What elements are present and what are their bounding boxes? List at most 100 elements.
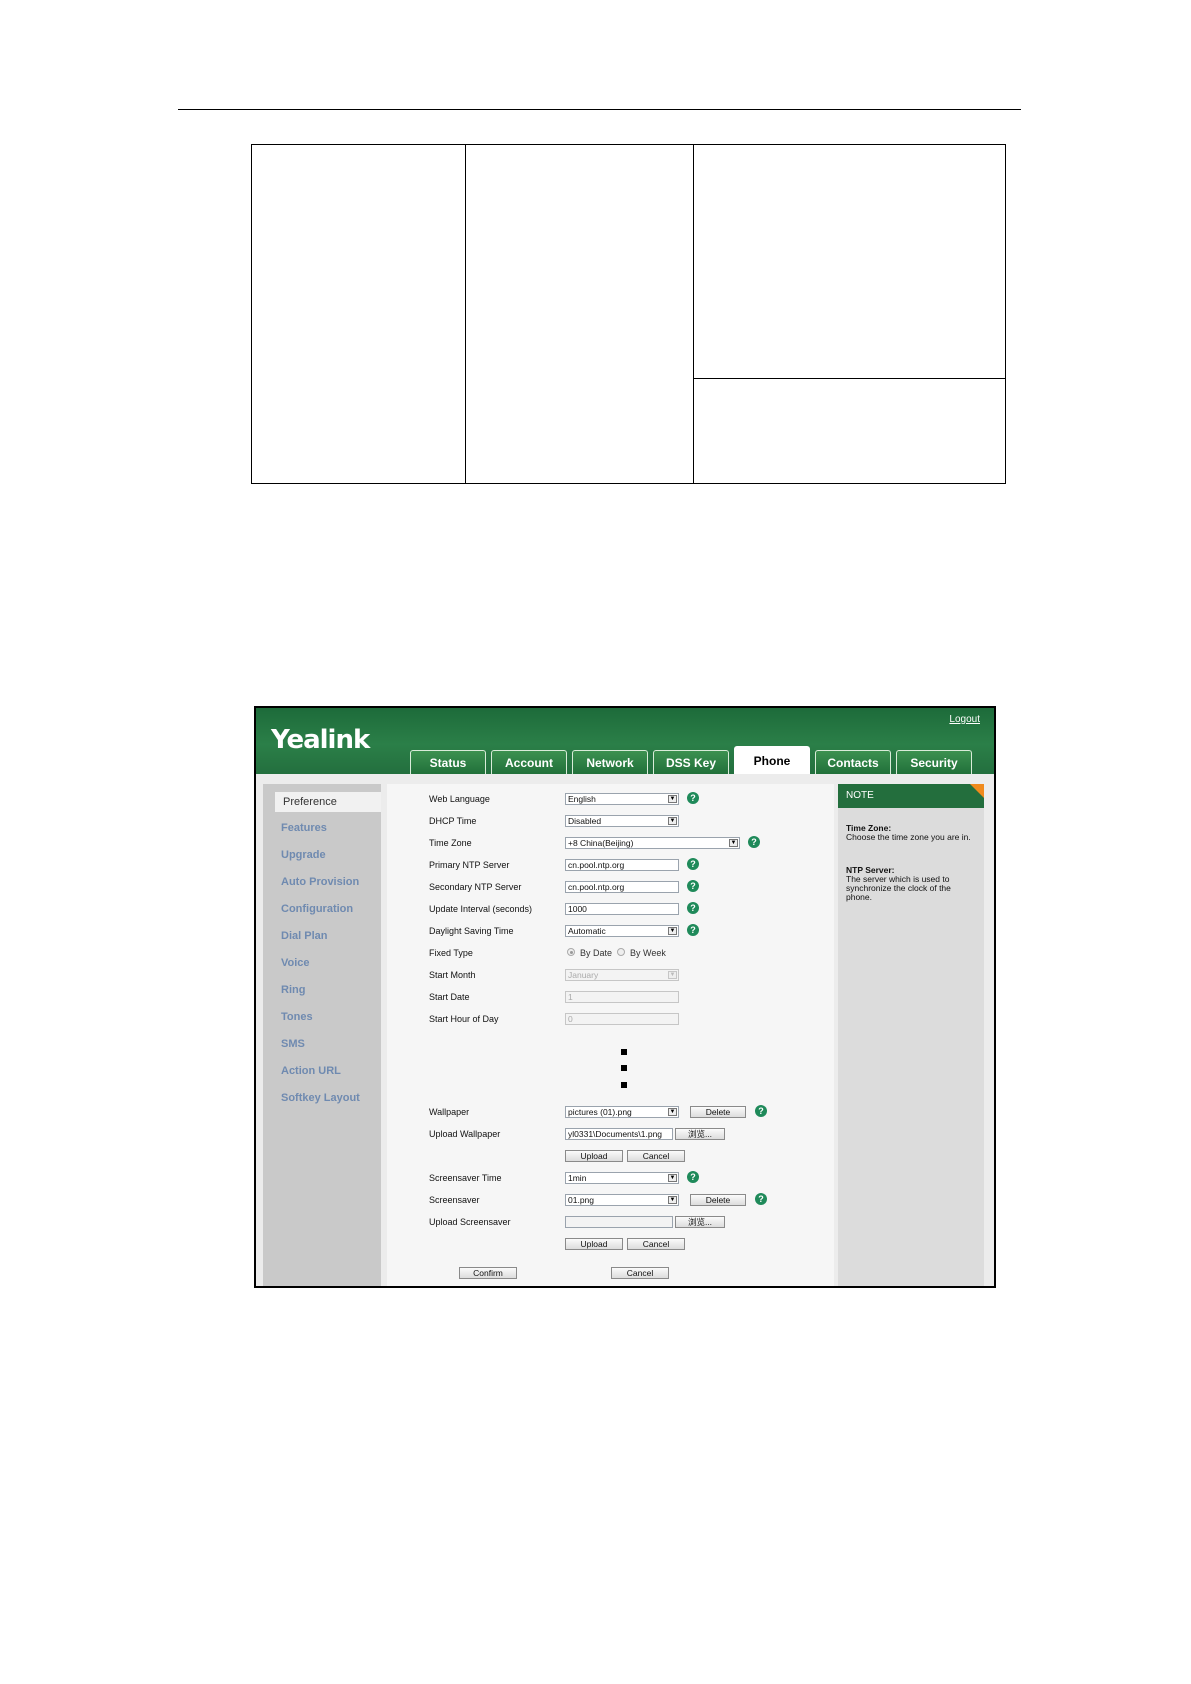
screensaver-time-select[interactable]: 1min ▼ bbox=[565, 1172, 679, 1184]
sidebar-item-softkey-layout[interactable]: Softkey Layout bbox=[281, 1092, 360, 1104]
page-header-rule bbox=[178, 109, 1021, 110]
tab-phone[interactable]: Phone bbox=[734, 746, 810, 774]
sidebar-item-ring[interactable]: Ring bbox=[281, 984, 305, 996]
upload-screensaver-path-input[interactable] bbox=[565, 1216, 673, 1228]
update-interval-input[interactable]: 1000 bbox=[565, 903, 679, 915]
document-table bbox=[251, 144, 1006, 484]
note-time-zone-text: Choose the time zone you are in. bbox=[846, 832, 971, 842]
chevron-down-icon: ▼ bbox=[668, 927, 677, 935]
chevron-down-icon: ▼ bbox=[668, 795, 677, 803]
sidebar-item-action-url[interactable]: Action URL bbox=[281, 1065, 341, 1077]
chevron-down-icon: ▼ bbox=[729, 839, 738, 847]
web-language-value: English bbox=[568, 794, 596, 804]
web-language-select[interactable]: English ▼ bbox=[565, 793, 679, 805]
help-icon[interactable]: ? bbox=[687, 902, 699, 914]
screensaver-label: Screensaver bbox=[429, 1195, 480, 1205]
note-ntp-server: NTP Server: The server which is used to … bbox=[846, 866, 978, 902]
chevron-down-icon: ▼ bbox=[668, 1196, 677, 1204]
wallpaper-delete-button[interactable]: Delete bbox=[690, 1106, 746, 1118]
main-tabs: Status Account Network DSS Key Phone Con… bbox=[410, 746, 972, 774]
time-zone-value: +8 China(Beijing) bbox=[568, 838, 634, 848]
note-time-zone: Time Zone: Choose the time zone you are … bbox=[846, 824, 978, 842]
wallpaper-cancel-button[interactable]: Cancel bbox=[627, 1150, 685, 1162]
ellipsis-dot bbox=[621, 1082, 627, 1088]
top-header: Yealink Logout Status Account Network DS… bbox=[256, 708, 994, 774]
screensaver-cancel-button[interactable]: Cancel bbox=[627, 1238, 685, 1250]
by-date-radio[interactable] bbox=[567, 948, 575, 956]
primary-ntp-input[interactable]: cn.pool.ntp.org bbox=[565, 859, 679, 871]
sidebar-item-upgrade[interactable]: Upgrade bbox=[281, 849, 326, 861]
daylight-saving-label: Daylight Saving Time bbox=[429, 926, 514, 936]
sidebar-item-preference[interactable]: Preference bbox=[275, 792, 381, 812]
primary-ntp-label: Primary NTP Server bbox=[429, 860, 510, 870]
yealink-logo: Yealink bbox=[271, 725, 370, 755]
cancel-button[interactable]: Cancel bbox=[611, 1267, 669, 1279]
wallpaper-select[interactable]: pictures (01).png ▼ bbox=[565, 1106, 679, 1118]
chevron-down-icon: ▼ bbox=[668, 817, 677, 825]
wallpaper-browse-button[interactable]: 浏览... bbox=[675, 1128, 725, 1140]
sidebar-item-features[interactable]: Features bbox=[281, 822, 327, 834]
sidebar-item-configuration[interactable]: Configuration bbox=[281, 903, 353, 915]
time-zone-select[interactable]: +8 China(Beijing) ▼ bbox=[565, 837, 740, 849]
screensaver-upload-button[interactable]: Upload bbox=[565, 1238, 623, 1250]
upload-wallpaper-path-input[interactable]: yl0331\Documents\1.png bbox=[565, 1128, 673, 1140]
note-corner-flag bbox=[970, 784, 984, 798]
sidebar-item-dial-plan[interactable]: Dial Plan bbox=[281, 930, 327, 942]
note-panel: NOTE Time Zone: Choose the time zone you… bbox=[838, 784, 984, 1286]
ellipsis-dot bbox=[621, 1049, 627, 1055]
by-week-radio[interactable] bbox=[617, 948, 625, 956]
chevron-down-icon: ▼ bbox=[668, 1108, 677, 1116]
wallpaper-upload-button[interactable]: Upload bbox=[565, 1150, 623, 1162]
chevron-down-icon: ▼ bbox=[668, 1174, 677, 1182]
tab-security[interactable]: Security bbox=[896, 750, 972, 774]
yealink-web-ui-screenshot: Yealink Logout Status Account Network DS… bbox=[254, 706, 996, 1288]
dhcp-time-select[interactable]: Disabled ▼ bbox=[565, 815, 679, 827]
tab-account[interactable]: Account bbox=[491, 750, 567, 774]
sidebar-item-voice[interactable]: Voice bbox=[281, 957, 310, 969]
start-date-label: Start Date bbox=[429, 992, 470, 1002]
tab-dss-key[interactable]: DSS Key bbox=[653, 750, 729, 774]
table-column-divider bbox=[465, 145, 466, 483]
by-date-label: By Date bbox=[580, 948, 613, 958]
start-hour-input[interactable]: 0 bbox=[565, 1013, 679, 1025]
help-icon[interactable]: ? bbox=[687, 792, 699, 804]
tab-contacts[interactable]: Contacts bbox=[815, 750, 891, 774]
logout-link[interactable]: Logout bbox=[949, 714, 980, 725]
tab-network[interactable]: Network bbox=[572, 750, 648, 774]
help-icon[interactable]: ? bbox=[687, 880, 699, 892]
help-icon[interactable]: ? bbox=[687, 858, 699, 870]
content-area: Preference Features Upgrade Auto Provisi… bbox=[256, 774, 994, 1286]
time-zone-label: Time Zone bbox=[429, 838, 472, 848]
sidebar-item-sms[interactable]: SMS bbox=[281, 1038, 305, 1050]
web-language-label: Web Language bbox=[429, 794, 490, 804]
start-month-select[interactable]: January ▼ bbox=[565, 969, 679, 981]
help-icon[interactable]: ? bbox=[755, 1105, 767, 1117]
start-month-value: January bbox=[568, 970, 599, 980]
upload-screensaver-label: Upload Screensaver bbox=[429, 1217, 511, 1227]
help-icon[interactable]: ? bbox=[755, 1193, 767, 1205]
start-hour-label: Start Hour of Day bbox=[429, 1014, 499, 1024]
wallpaper-value: pictures (01).png bbox=[568, 1107, 632, 1117]
daylight-saving-select[interactable]: Automatic ▼ bbox=[565, 925, 679, 937]
screensaver-delete-button[interactable]: Delete bbox=[690, 1194, 746, 1206]
help-icon[interactable]: ? bbox=[687, 924, 699, 936]
secondary-ntp-input[interactable]: cn.pool.ntp.org bbox=[565, 881, 679, 893]
dhcp-time-label: DHCP Time bbox=[429, 816, 477, 826]
daylight-saving-value: Automatic bbox=[568, 926, 606, 936]
screensaver-value: 01.png bbox=[568, 1195, 594, 1205]
screensaver-select[interactable]: 01.png ▼ bbox=[565, 1194, 679, 1206]
note-header: NOTE bbox=[838, 784, 984, 808]
help-icon[interactable]: ? bbox=[748, 836, 760, 848]
sidebar-item-auto-provision[interactable]: Auto Provision bbox=[281, 876, 359, 888]
help-icon[interactable]: ? bbox=[687, 1171, 699, 1183]
sidebar-item-tones[interactable]: Tones bbox=[281, 1011, 313, 1023]
confirm-button[interactable]: Confirm bbox=[459, 1267, 517, 1279]
by-week-label: By Week bbox=[630, 948, 666, 958]
upload-wallpaper-label: Upload Wallpaper bbox=[429, 1129, 501, 1139]
screensaver-browse-button[interactable]: 浏览... bbox=[675, 1216, 725, 1228]
start-date-input[interactable]: 1 bbox=[565, 991, 679, 1003]
tab-status[interactable]: Status bbox=[410, 750, 486, 774]
sidebar: Preference Features Upgrade Auto Provisi… bbox=[263, 784, 381, 1286]
table-column-divider bbox=[693, 145, 694, 483]
preference-form: Web Language English ▼ ? DHCP Time Disabl… bbox=[387, 784, 834, 1286]
